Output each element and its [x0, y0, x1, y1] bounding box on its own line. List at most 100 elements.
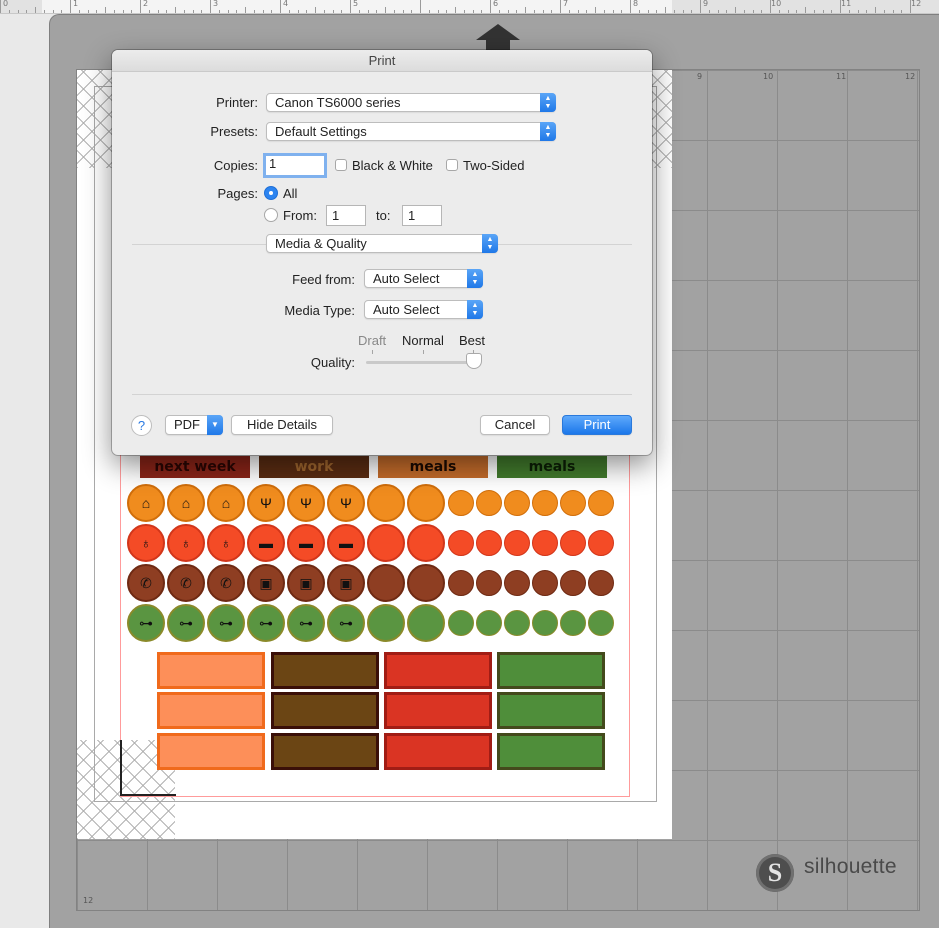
rect-sticker-orange [157, 733, 265, 770]
chevron-down-icon: ▼ [207, 415, 223, 435]
ruler-tick [341, 10, 343, 13]
sticker-label: meals [378, 456, 488, 478]
dumbbell-icon: ⊶ [327, 604, 365, 642]
ruler-tick [901, 10, 903, 13]
ruler-number: 3 [213, 0, 219, 8]
car-icon: ▬ [327, 524, 365, 562]
sticker-label: meals [497, 456, 607, 478]
section-select[interactable]: Media & Quality ▲ ▼ [266, 234, 498, 253]
dumbbell-icon: ⊶ [127, 604, 165, 642]
pages-all-radio[interactable] [264, 186, 278, 200]
small-circle-sticker [560, 610, 586, 636]
ruler-number: 1 [73, 0, 79, 8]
circle-sticker [367, 564, 405, 602]
rect-sticker-orange [157, 652, 265, 689]
circle-sticker [407, 564, 445, 602]
printer-select[interactable]: Canon TS6000 series ▲ ▼ [266, 93, 556, 112]
pages-from-input[interactable]: 1 [326, 205, 366, 226]
section-value: Media & Quality [275, 236, 367, 251]
hide-details-button[interactable]: Hide Details [231, 415, 333, 435]
ruler-tick [752, 10, 754, 13]
ruler-tick [43, 10, 45, 13]
ruler-number: 12 [911, 0, 922, 8]
ruler-tick [647, 10, 649, 13]
ruler-tick [525, 7, 526, 13]
ruler-tick [490, 0, 491, 13]
ruler-number: 0 [3, 0, 9, 8]
small-circle-sticker [588, 570, 614, 596]
top-ruler: 0 1 2 3 4 5 6 7 8 9 10 11 12 [0, 0, 939, 14]
pages-range-radio[interactable] [264, 208, 278, 222]
ruler-tick [17, 10, 19, 13]
dialog-title: Print [112, 50, 652, 72]
dumbbell-icon: ⊶ [167, 604, 205, 642]
ruler-tick [446, 10, 448, 13]
ruler-number: 11 [841, 0, 852, 8]
dumbbell-icon: ⊶ [247, 604, 285, 642]
phone-icon: ✆ [127, 564, 165, 602]
quality-slider-track[interactable] [366, 361, 476, 364]
ruler-tick [875, 7, 876, 13]
copies-label: Copies: [213, 158, 258, 173]
dumbbell-icon: ⊶ [287, 604, 325, 642]
ruler-tick [122, 10, 124, 13]
pages-to-input[interactable]: 1 [402, 205, 442, 226]
small-circle-sticker [560, 530, 586, 556]
copies-input[interactable]: 1 [263, 153, 327, 178]
ruler-tick [78, 10, 80, 13]
ruler-number: 6 [493, 0, 499, 8]
ruler-tick [61, 10, 63, 13]
small-circle-sticker [588, 610, 614, 636]
rect-sticker-green [497, 652, 605, 689]
rect-sticker-brown [271, 733, 379, 770]
ruler-tick [218, 10, 220, 13]
two-sided-checkbox[interactable] [446, 159, 458, 171]
utensils-icon: Ψ [247, 484, 285, 522]
separator [498, 244, 632, 245]
presets-select[interactable]: Default Settings ▲ ▼ [266, 122, 556, 141]
ruler-tick [52, 10, 54, 13]
ruler-tick [157, 10, 159, 13]
pages-from-label: From: [283, 208, 317, 223]
feed-from-select[interactable]: Auto Select ▲ ▼ [364, 269, 483, 288]
stethoscope-icon: ♁ [167, 524, 205, 562]
print-button[interactable]: Print [562, 415, 632, 435]
ruler-tick [761, 10, 763, 13]
pages-all-label: All [283, 186, 298, 201]
sticker-label: work [259, 456, 369, 478]
media-type-select[interactable]: Auto Select ▲ ▼ [364, 300, 483, 319]
small-circle-sticker [476, 490, 502, 516]
ruler-tick [437, 10, 439, 13]
ruler-tick [245, 7, 246, 13]
small-circle-sticker [532, 570, 558, 596]
ruler-tick [533, 10, 535, 13]
feed-direction-arrow-stem [486, 38, 510, 50]
ruler-tick [673, 10, 675, 13]
small-circle-sticker [476, 610, 502, 636]
ruler-tick [656, 10, 658, 13]
ruler-tick [778, 10, 780, 13]
registration-mark [120, 740, 122, 796]
ruler-tick [288, 10, 290, 13]
ruler-tick [813, 10, 815, 13]
black-white-checkbox[interactable] [335, 159, 347, 171]
ruler-tick [883, 10, 885, 13]
help-button[interactable]: ? [131, 415, 152, 436]
cancel-button[interactable]: Cancel [480, 415, 550, 435]
ruler-tick [8, 10, 10, 13]
quality-slider-knob[interactable] [466, 353, 482, 369]
ruler-tick [612, 10, 614, 13]
small-circle-sticker [448, 530, 474, 556]
rect-sticker-orange [157, 692, 265, 729]
gift-icon: ▣ [287, 564, 325, 602]
ruler-tick [743, 10, 745, 13]
ruler-tick [131, 10, 133, 13]
up-down-chevron-icon: ▲ ▼ [482, 234, 498, 253]
ruler-tick [420, 0, 421, 13]
silhouette-logo-text: silhouette [804, 855, 897, 878]
pdf-menu-button[interactable]: PDF ▼ [165, 415, 223, 435]
small-circle-sticker [448, 570, 474, 596]
ruler-tick [568, 10, 570, 13]
ruler-tick [840, 0, 841, 13]
ruler-tick [297, 10, 299, 13]
